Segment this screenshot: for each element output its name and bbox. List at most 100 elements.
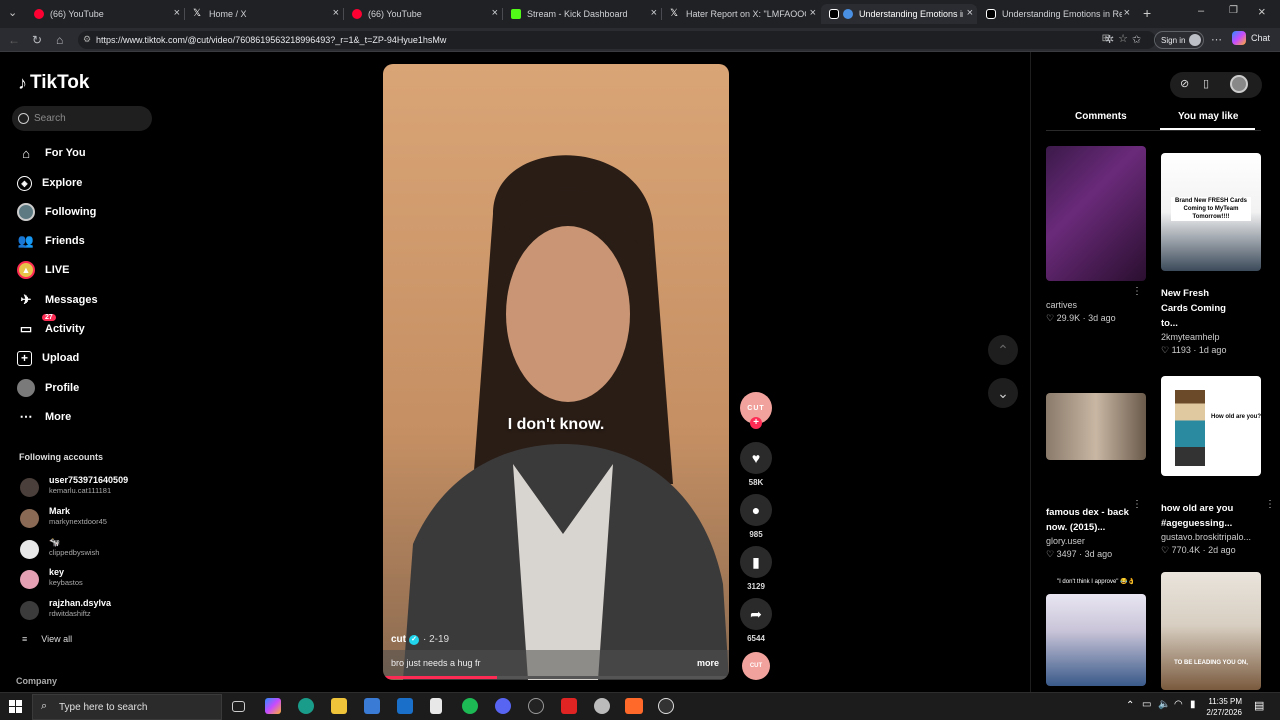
close-tab-icon[interactable]: × [651, 7, 657, 19]
task-view-icon[interactable] [232, 701, 245, 712]
like-action[interactable]: ♥ 58K [740, 442, 772, 487]
close-tab-icon[interactable]: × [174, 7, 180, 19]
more-options-icon[interactable]: ⋮ [1132, 286, 1142, 297]
site-info-icon[interactable]: ⚙ [83, 34, 91, 45]
obs-icon[interactable] [658, 698, 674, 714]
notepad-icon[interactable] [430, 698, 442, 714]
close-tab-icon[interactable]: × [810, 7, 816, 19]
wifi-icon[interactable]: ◠ [1174, 699, 1183, 710]
taskbar-search-input[interactable]: ⌕ Type here to search [32, 694, 222, 720]
tab-x-home[interactable]: 𝕏 Home / X × [185, 4, 343, 24]
tab-understanding-emotions[interactable]: Understanding Emotions in Relati × [978, 4, 1134, 24]
sound-disc[interactable]: CUT [742, 652, 770, 680]
share-count: 6544 [747, 634, 765, 643]
recommended-video[interactable]: ⋮ cartives ♡ 29.9K · 3d ago [1046, 146, 1146, 325]
more-options-icon[interactable]: ⋮ [1132, 499, 1142, 510]
nav-more[interactable]: ⋯ More [17, 406, 147, 428]
spotify-icon[interactable] [462, 698, 478, 714]
caption-more-link[interactable]: more [697, 658, 719, 668]
nav-friends[interactable]: 👥 Friends [17, 230, 147, 252]
video-player[interactable]: I don't know. cut ✓ · 2-19 bro just need… [383, 64, 729, 680]
company-heading[interactable]: Company [16, 676, 57, 686]
network-icon[interactable]: ▭ [1142, 699, 1151, 710]
edge-taskbar-icon[interactable] [298, 698, 314, 714]
extensions-icon[interactable]: ✲ [1105, 33, 1114, 46]
recommended-video[interactable]: Brand New FRESH Cards Coming to MyTeam T… [1161, 153, 1261, 357]
nav-for-you[interactable]: ⌂ For You [17, 142, 147, 164]
app-shield-icon[interactable] [594, 698, 610, 714]
tab-youtube-1[interactable]: (66) YouTube × [26, 4, 184, 24]
tab-comments[interactable]: Comments [1075, 111, 1127, 122]
following-account[interactable]: user753971640509 kemarlu.cat111181 [20, 475, 160, 501]
nav-explore[interactable]: ◈ Explore [17, 172, 147, 194]
recommended-video[interactable]: "I don't think I approve" 😂👌 [1046, 578, 1146, 686]
close-tab-icon[interactable]: × [492, 7, 498, 19]
tab-actions-icon[interactable]: ⌄ [8, 6, 17, 19]
sign-in-button[interactable]: Sign in [1154, 31, 1204, 49]
save-action[interactable]: ▮ 3129 [740, 546, 772, 591]
reload-icon[interactable]: ↻ [32, 33, 42, 47]
profile-avatar-icon[interactable] [1230, 75, 1248, 93]
tab-youtube-2[interactable]: (66) YouTube × [344, 4, 502, 24]
settings-more-icon[interactable]: ⋯ [1211, 33, 1222, 46]
follow-plus-button[interactable]: + [750, 417, 762, 429]
comment-action[interactable]: ● 985 [740, 494, 772, 539]
store-icon[interactable] [364, 698, 380, 714]
copilot-taskbar-icon[interactable] [265, 698, 281, 714]
back-icon[interactable]: ← [8, 33, 20, 47]
file-explorer-icon[interactable] [331, 698, 347, 714]
search-input[interactable]: Search [12, 106, 152, 131]
nav-upload[interactable]: + Upload [17, 347, 147, 369]
video-author-meta[interactable]: cut ✓ · 2-19 [391, 634, 449, 645]
following-account[interactable]: 🐄 clippedbyswish [20, 537, 160, 563]
nav-following[interactable]: Following [17, 201, 147, 223]
discord-icon[interactable] [495, 698, 511, 714]
windows-start-icon[interactable] [9, 700, 22, 713]
tab-you-may-like[interactable]: You may like [1178, 111, 1238, 122]
app-orange-icon[interactable] [625, 698, 643, 714]
maximize-icon[interactable]: ❐ [1229, 5, 1238, 16]
nav-activity[interactable]: ▭ 27 Activity [17, 314, 147, 340]
copilot-chat-button[interactable]: Chat [1232, 31, 1270, 45]
favorites-icon[interactable]: ✩ [1132, 33, 1141, 46]
tab-hater-report[interactable]: 𝕏 Hater Report on X: "LMFAOOO Le × [662, 4, 820, 24]
url-field[interactable]: ⚙ https://www.tiktok.com/@cut/video/7608… [78, 31, 1156, 49]
more-options-icon[interactable]: ⋮ [1265, 499, 1275, 510]
video-progress-bar[interactable] [383, 676, 729, 679]
notifications-icon[interactable]: ▤ [1254, 699, 1264, 712]
coins-icon[interactable]: ⊘ [1180, 77, 1189, 90]
close-tab-icon[interactable]: × [967, 7, 973, 19]
new-tab-button[interactable]: + [1143, 5, 1151, 21]
volume-icon[interactable]: 🔈 [1158, 699, 1170, 710]
nav-profile[interactable]: Profile [17, 377, 147, 399]
favorite-star-icon[interactable]: ☆ [1118, 32, 1128, 45]
tab-kick-dashboard[interactable]: Stream - Kick Dashboard × [503, 4, 661, 24]
nav-messages[interactable]: ✈ Messages [17, 289, 147, 311]
view-all-link[interactable]: ≡ View all [22, 634, 72, 644]
system-clock[interactable]: 11:35 PM 2/27/2026 [1200, 696, 1242, 718]
close-window-icon[interactable]: × [1258, 4, 1266, 19]
app-red-icon[interactable] [561, 698, 577, 714]
following-account[interactable]: key keybastos [20, 567, 160, 593]
following-account[interactable]: Mark markynextdoor45 [20, 506, 160, 532]
nav-live[interactable]: ▲ LIVE [17, 259, 147, 281]
outlook-icon[interactable] [397, 698, 413, 714]
home-icon[interactable]: ⌂ [56, 33, 63, 47]
following-account[interactable]: rajzhan.dsylva rdwitdashiftz [20, 598, 160, 624]
recommended-video[interactable]: How old are you? ⋮ how old are you #ageg… [1161, 376, 1275, 557]
next-video-button[interactable]: ⌄ [988, 378, 1018, 408]
microphone-icon[interactable]: ▮ [1190, 699, 1196, 710]
tab-understanding-emotions-active[interactable]: Understanding Emotions in R × [821, 4, 977, 24]
share-action[interactable]: ➦ 6544 [740, 598, 772, 643]
device-icon[interactable]: ▯ [1203, 77, 1209, 90]
app-icon[interactable] [528, 698, 544, 714]
tiktok-logo[interactable]: ♪ TikTok [18, 72, 89, 94]
tray-chevron-icon[interactable]: ⌃ [1126, 700, 1134, 711]
close-tab-icon[interactable]: × [1124, 7, 1130, 19]
previous-video-button[interactable]: ⌃ [988, 335, 1018, 365]
view-all-label: View all [41, 634, 73, 644]
recommended-video[interactable]: ⋮ famous dex - back now. (2015)... glory… [1046, 393, 1146, 561]
close-tab-icon[interactable]: × [333, 7, 339, 19]
recommended-video[interactable]: TO BE LEADING YOU ON, [1161, 572, 1261, 690]
minimize-icon[interactable]: – [1198, 5, 1204, 17]
